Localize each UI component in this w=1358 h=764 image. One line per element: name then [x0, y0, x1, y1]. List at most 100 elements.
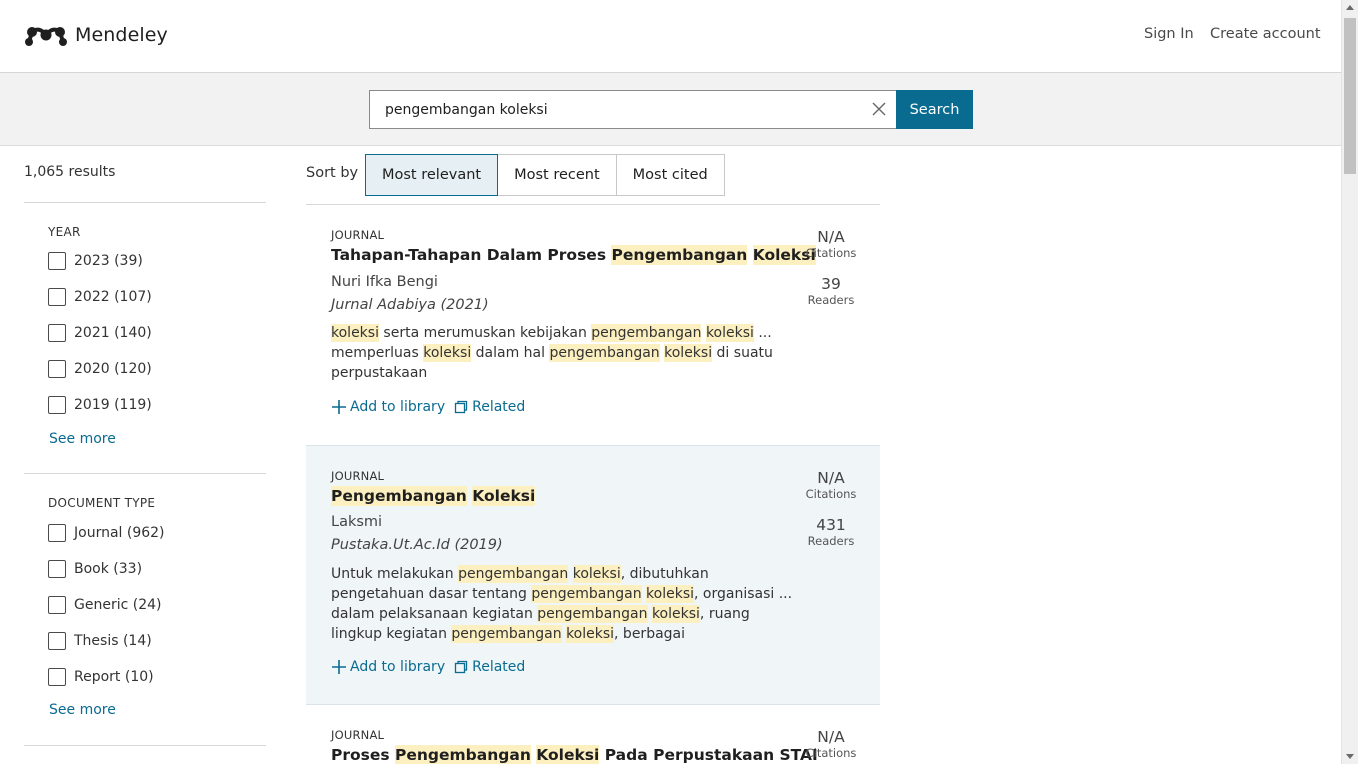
search-bar-region: Search: [0, 73, 1341, 146]
citations-value: N/A: [817, 469, 845, 487]
related-button[interactable]: Related: [453, 659, 525, 675]
checkbox[interactable]: [48, 252, 66, 270]
search-box: [369, 90, 897, 129]
related-label: Related: [472, 399, 526, 415]
sort-most-cited-button[interactable]: Most cited: [615, 154, 725, 196]
clear-icon[interactable]: [871, 101, 887, 117]
result-item: JOURNAL Proses Pengembangan Koleksi Pada…: [306, 706, 880, 764]
page-scrollbar[interactable]: [1341, 0, 1358, 764]
facet-label: 2023 (39): [74, 253, 143, 269]
search-input[interactable]: [385, 91, 855, 128]
citations-metric: N/A Citations: [801, 228, 861, 260]
year-filter-2023[interactable]: 2023 (39): [48, 252, 143, 270]
checkbox[interactable]: [48, 324, 66, 342]
related-label: Related: [472, 659, 526, 675]
facet-title-year: YEAR: [48, 225, 81, 239]
citations-metric: N/A Citations: [801, 728, 861, 760]
citations-value: N/A: [817, 228, 845, 246]
result-actions: Add to library Related: [331, 399, 533, 415]
checkbox[interactable]: [48, 396, 66, 414]
document-type: JOURNAL: [331, 228, 385, 242]
mendeley-logo[interactable]: Mendeley: [24, 22, 168, 48]
snippet-text: Untuk melakukan pengembangan koleksi, di…: [331, 565, 793, 643]
result-actions: Add to library Related: [331, 659, 533, 675]
snippet-text: koleksi serta merumuskan kebijakan penge…: [331, 324, 773, 381]
result-title[interactable]: Proses Pengembangan Koleksi Pada Perpust…: [331, 745, 818, 764]
facet-label: 2022 (107): [74, 289, 152, 305]
divider: [24, 745, 266, 746]
doctype-see-more-link[interactable]: See more: [49, 702, 116, 718]
divider: [24, 202, 266, 203]
document-type: JOURNAL: [331, 728, 385, 742]
doctype-filter-report[interactable]: Report (10): [48, 668, 154, 686]
readers-value: 431: [816, 516, 846, 534]
readers-metric: 39 Readers: [801, 275, 861, 307]
document-type: JOURNAL: [331, 469, 385, 483]
scrollbar-thumb[interactable]: [1344, 18, 1356, 174]
result-snippet: Untuk melakukan pengembangan koleksi, di…: [331, 564, 801, 644]
checkbox[interactable]: [48, 360, 66, 378]
year-filter-2022[interactable]: 2022 (107): [48, 288, 152, 306]
scroll-down-arrow-icon[interactable]: [1346, 754, 1354, 759]
facet-label: Thesis (14): [74, 633, 152, 649]
facet-label: Generic (24): [74, 597, 162, 613]
mendeley-logo-icon: [25, 27, 67, 46]
citations-label: Citations: [805, 746, 857, 760]
checkbox[interactable]: [48, 288, 66, 306]
result-author[interactable]: Nuri Ifka Bengi: [331, 274, 438, 290]
title-text: Tahapan-Tahapan Dalam Proses Pengembanga…: [331, 245, 816, 265]
result-author[interactable]: Laksmi: [331, 514, 382, 530]
readers-value: 39: [821, 275, 841, 293]
checkbox[interactable]: [48, 560, 66, 578]
result-snippet: koleksi serta merumuskan kebijakan penge…: [331, 323, 801, 383]
plus-icon: [332, 660, 346, 674]
sort-most-relevant-button[interactable]: Most relevant: [365, 154, 499, 196]
facet-label: Book (33): [74, 561, 143, 577]
create-account-link[interactable]: Create account: [1210, 26, 1321, 42]
sort-most-recent-button[interactable]: Most recent: [497, 154, 617, 196]
result-venue: Pustaka.Ut.Ac.Id (2019): [331, 537, 503, 553]
logo-text: Mendeley: [75, 24, 168, 46]
result-title[interactable]: Pengembangan Koleksi: [331, 486, 536, 506]
add-to-library-label: Add to library: [350, 399, 446, 415]
checkbox[interactable]: [48, 632, 66, 650]
facet-label: 2019 (119): [74, 397, 152, 413]
citations-value: N/A: [817, 728, 845, 746]
facet-label: Journal (962): [74, 525, 165, 541]
checkbox[interactable]: [48, 596, 66, 614]
result-venue: Jurnal Adabiya (2021): [331, 297, 489, 313]
sign-in-link[interactable]: Sign In: [1144, 26, 1194, 42]
year-see-more-link[interactable]: See more: [49, 431, 116, 447]
add-to-library-button[interactable]: Add to library: [331, 659, 445, 675]
related-icon: [454, 400, 468, 414]
add-to-library-button[interactable]: Add to library: [331, 399, 445, 415]
citations-label: Citations: [805, 246, 857, 260]
doctype-filter-thesis[interactable]: Thesis (14): [48, 632, 152, 650]
facet-label: Report (10): [74, 669, 154, 685]
readers-label: Readers: [807, 293, 855, 307]
result-title[interactable]: Tahapan-Tahapan Dalam Proses Pengembanga…: [331, 245, 816, 265]
year-filter-2019[interactable]: 2019 (119): [48, 396, 152, 414]
checkbox[interactable]: [48, 524, 66, 542]
year-filter-2020[interactable]: 2020 (120): [48, 360, 152, 378]
result-item: JOURNAL Pengembangan Koleksi Laksmi Pust…: [306, 445, 880, 705]
citations-label: Citations: [805, 487, 857, 501]
checkbox[interactable]: [48, 668, 66, 686]
title-text: Proses Pengembangan Koleksi Pada Perpust…: [331, 745, 818, 764]
sort-label: Sort by: [306, 165, 359, 181]
doctype-filter-generic[interactable]: Generic (24): [48, 596, 161, 614]
doctype-filter-journal[interactable]: Journal (962): [48, 524, 165, 542]
facet-title-document-type: DOCUMENT TYPE: [48, 496, 156, 510]
search-button[interactable]: Search: [896, 90, 973, 129]
plus-icon: [332, 400, 346, 414]
year-filter-2021[interactable]: 2021 (140): [48, 324, 152, 342]
doctype-filter-book[interactable]: Book (33): [48, 560, 142, 578]
related-button[interactable]: Related: [453, 399, 525, 415]
readers-label: Readers: [807, 534, 855, 548]
facet-label: 2020 (120): [74, 361, 152, 377]
facet-label: 2021 (140): [74, 325, 152, 341]
add-to-library-label: Add to library: [350, 659, 446, 675]
scroll-up-arrow-icon[interactable]: [1346, 5, 1354, 10]
result-item: JOURNAL Tahapan-Tahapan Dalam Proses Pen…: [306, 205, 880, 445]
divider: [24, 473, 266, 474]
